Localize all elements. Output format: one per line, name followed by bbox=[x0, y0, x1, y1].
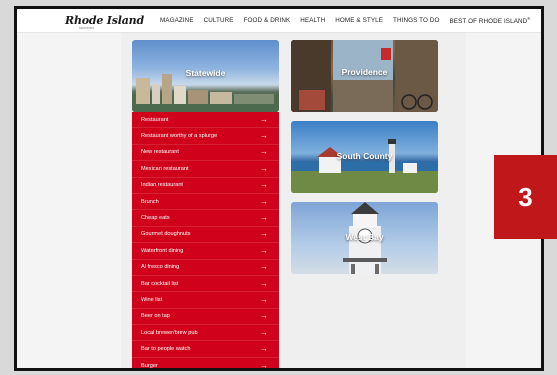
category-item-cheap-eats[interactable]: Cheap eats → bbox=[132, 210, 279, 227]
region-tile-statewide[interactable]: Statewide bbox=[132, 40, 279, 112]
category-label: Bar cocktail list bbox=[141, 280, 179, 287]
arrow-right-icon: → bbox=[260, 213, 268, 223]
nav-link-food-drink[interactable]: FOOD & DRINK bbox=[244, 17, 291, 24]
region-tile-south-county[interactable]: South County bbox=[291, 121, 438, 193]
category-label: Wine list bbox=[141, 296, 163, 303]
nav-link-health[interactable]: HEALTH bbox=[300, 17, 325, 24]
category-label: Indian restaurant bbox=[141, 182, 183, 189]
nav-link-things-to-do[interactable]: THINGS TO DO bbox=[393, 17, 439, 24]
arrow-right-icon: → bbox=[260, 294, 268, 304]
category-label: Cheap eats bbox=[141, 215, 170, 222]
category-label: Restaurant bbox=[141, 116, 169, 123]
category-label: Restaurant worthy of a splurge bbox=[141, 133, 218, 140]
category-label: Gourmet doughnuts bbox=[141, 231, 191, 238]
top-navigation-bar: Rhode Island MONTHLY MAGAZINE CULTURE FO… bbox=[17, 9, 541, 33]
category-item-bar-cocktail-list[interactable]: Bar cocktail list → bbox=[132, 276, 279, 293]
arrow-right-icon: → bbox=[260, 196, 268, 206]
arrow-right-icon: → bbox=[260, 278, 268, 288]
arrow-right-icon: → bbox=[260, 131, 268, 141]
arrow-right-icon: → bbox=[260, 262, 268, 272]
tile-title-providence: Providence bbox=[341, 67, 388, 77]
category-label: New restaurant bbox=[141, 149, 179, 156]
category-item-restaurant-splurge[interactable]: Restaurant worthy of a splurge → bbox=[132, 128, 279, 145]
arrow-right-icon: → bbox=[260, 311, 268, 321]
category-item-indian-restaurant[interactable]: Indian restaurant → bbox=[132, 178, 279, 194]
site-logo[interactable]: Rhode Island MONTHLY bbox=[65, 14, 144, 30]
site-logo-text: Rhode Island bbox=[65, 14, 144, 27]
arrow-right-icon: → bbox=[260, 360, 268, 370]
region-tile-west-bay[interactable]: West Bay bbox=[291, 202, 438, 274]
arrow-right-icon: → bbox=[260, 344, 268, 354]
category-item-burger[interactable]: Burger → bbox=[132, 358, 279, 370]
best-of-category-list: Restaurant → Restaurant worthy of a splur… bbox=[132, 112, 279, 370]
category-item-beer-on-tap[interactable]: Beer on tap → bbox=[132, 309, 279, 326]
arrow-right-icon: → bbox=[260, 245, 268, 255]
category-label: Mexican restaurant bbox=[141, 165, 189, 172]
category-item-bar-people-watch[interactable]: Bar to people watch → bbox=[132, 341, 279, 358]
arrow-right-icon: → bbox=[260, 180, 268, 190]
arrow-right-icon: → bbox=[260, 114, 268, 124]
browser-screenshot-frame: Rhode Island MONTHLY MAGAZINE CULTURE FO… bbox=[14, 6, 544, 371]
city-skyline-image bbox=[132, 74, 279, 112]
category-item-brunch[interactable]: Brunch → bbox=[132, 194, 279, 211]
category-item-al-fresco-dining[interactable]: Al fresco dining → bbox=[132, 260, 279, 276]
category-label: Beer on tap bbox=[141, 313, 170, 320]
category-label: Local brewer/brew pub bbox=[141, 329, 198, 336]
nav-link-culture[interactable]: CULTURE bbox=[204, 17, 234, 24]
category-item-wine-list[interactable]: Wine list → bbox=[132, 292, 279, 309]
category-item-restaurant[interactable]: Restaurant → bbox=[132, 112, 279, 129]
arrow-right-icon: → bbox=[260, 147, 268, 157]
nav-link-best-of-label: BEST OF RHODE ISLAND bbox=[449, 18, 528, 26]
main-content: Statewide Providence South County West B… bbox=[121, 33, 466, 370]
category-item-gourmet-doughnuts[interactable]: Gourmet doughnuts → bbox=[132, 227, 279, 244]
tile-title-south-county: South County bbox=[336, 151, 393, 161]
registered-mark: ® bbox=[527, 15, 531, 21]
step-number-badge: 3 bbox=[494, 155, 557, 239]
category-label: Waterfront dining bbox=[141, 247, 184, 254]
arrow-right-icon: → bbox=[260, 229, 268, 239]
category-label: Brunch bbox=[141, 198, 159, 205]
category-label: Burger bbox=[141, 362, 158, 369]
site-logo-tagline: MONTHLY bbox=[79, 26, 95, 30]
category-item-new-restaurant[interactable]: New restaurant → bbox=[132, 145, 279, 162]
category-label: Al fresco dining bbox=[141, 264, 180, 271]
nav-link-magazine[interactable]: MAGAZINE bbox=[160, 17, 194, 24]
arrow-right-icon: → bbox=[260, 163, 268, 173]
arrow-right-icon: → bbox=[260, 327, 268, 337]
tile-title-west-bay: West Bay bbox=[345, 232, 384, 242]
nav-link-home-style[interactable]: HOME & STYLE bbox=[335, 17, 383, 24]
nav-link-best-of-rhode-island[interactable]: BEST OF RHODE ISLAND® bbox=[449, 16, 530, 25]
tile-title-statewide: Statewide bbox=[185, 68, 226, 78]
category-label: Bar to people watch bbox=[141, 346, 191, 353]
category-item-mexican-restaurant[interactable]: Mexican restaurant → bbox=[132, 161, 279, 178]
category-item-local-brewer[interactable]: Local brewer/brew pub → bbox=[132, 325, 279, 342]
region-tile-providence[interactable]: Providence bbox=[291, 40, 438, 112]
category-item-waterfront-dining[interactable]: Waterfront dining → bbox=[132, 243, 279, 260]
